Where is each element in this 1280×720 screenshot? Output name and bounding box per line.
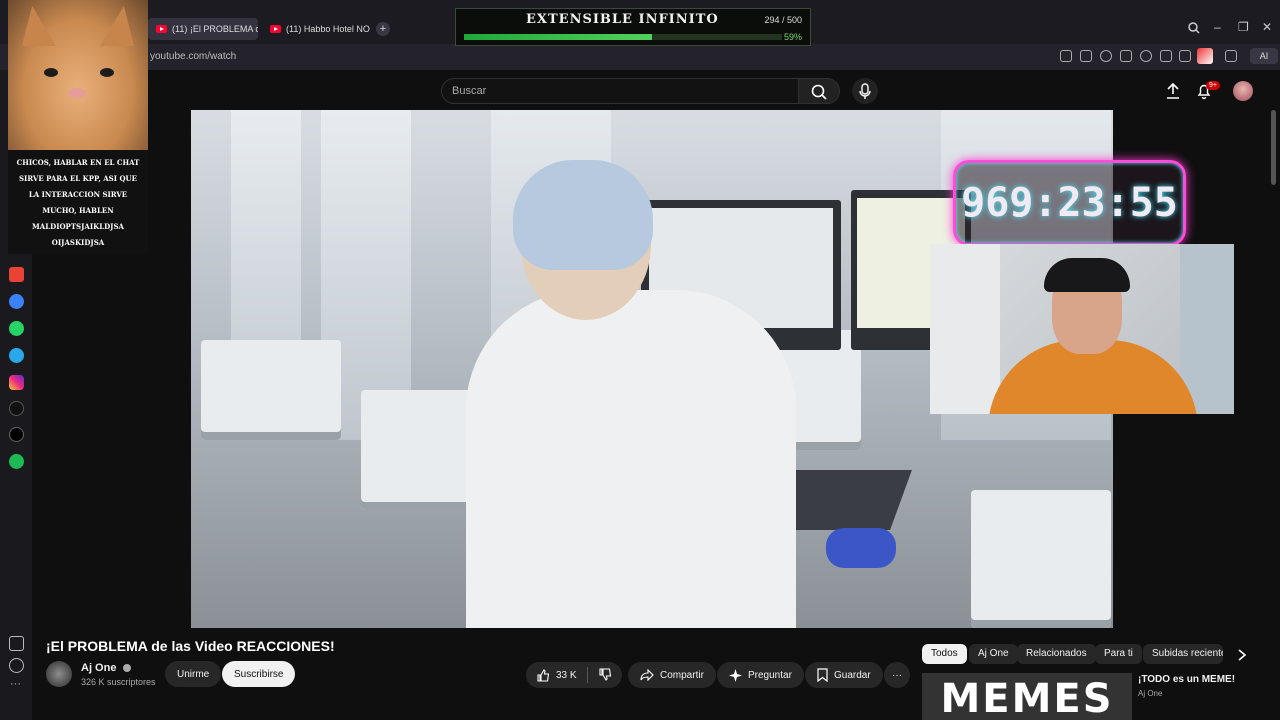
notifications-badge: 9+ bbox=[1206, 81, 1220, 90]
ask-label: Preguntar bbox=[748, 669, 792, 681]
cat-overlay: Chicos, hablar en el chat sirve para el … bbox=[8, 0, 148, 254]
sparkle-icon bbox=[729, 668, 742, 682]
telegram-icon[interactable] bbox=[9, 348, 24, 363]
favorites-heart-icon[interactable] bbox=[9, 636, 24, 651]
bookmark-icon bbox=[817, 668, 828, 682]
goal-progress-bar bbox=[464, 34, 782, 40]
channel-avatar[interactable] bbox=[46, 661, 72, 687]
hairnet bbox=[513, 160, 653, 270]
dislike-icon[interactable] bbox=[598, 668, 612, 682]
minimize-button[interactable]: – bbox=[1214, 20, 1221, 34]
url-text[interactable]: youtube.com/watch bbox=[150, 51, 236, 62]
instagram-icon[interactable] bbox=[9, 375, 24, 390]
whatsapp-icon[interactable] bbox=[9, 321, 24, 336]
like-count[interactable]: 33 K bbox=[556, 670, 577, 681]
recommendation-thumbnail[interactable]: MEMES bbox=[922, 673, 1132, 720]
search-button[interactable] bbox=[798, 78, 840, 104]
tab-el-problema[interactable]: (11) ¡El PROBLEMA de bbox=[148, 18, 258, 40]
chip-relacionados[interactable]: Relacionados bbox=[1017, 644, 1096, 664]
profile-avatar-icon[interactable] bbox=[1197, 48, 1213, 64]
chip-todos[interactable]: Todos bbox=[922, 644, 967, 664]
upload-icon[interactable] bbox=[1165, 82, 1181, 100]
lab-machine bbox=[201, 340, 341, 440]
share-button[interactable]: Compartir bbox=[628, 662, 716, 688]
youtube-icon bbox=[270, 25, 281, 33]
subscribe-button[interactable]: Suscribirse bbox=[222, 661, 296, 687]
ask-button[interactable]: Preguntar bbox=[717, 662, 804, 688]
subscriber-count: 326 K suscriptores bbox=[81, 677, 156, 687]
camera-icon[interactable] bbox=[1080, 50, 1092, 62]
close-button[interactable]: ✕ bbox=[1262, 20, 1272, 34]
join-button[interactable]: Unirme bbox=[165, 661, 222, 687]
chevron-right-icon[interactable] bbox=[1237, 649, 1247, 661]
youtube-icon bbox=[156, 25, 167, 33]
search-icon bbox=[811, 84, 827, 100]
like-dislike-group: 33 K bbox=[526, 662, 622, 688]
history-clock-icon[interactable] bbox=[9, 658, 24, 673]
tab-label: (11) Habbo Hotel NO era bbox=[286, 24, 370, 34]
x-icon[interactable] bbox=[9, 427, 24, 442]
streamer-webcam bbox=[930, 244, 1234, 414]
shield-icon[interactable] bbox=[1100, 50, 1112, 62]
more-icon[interactable]: ··· bbox=[10, 678, 21, 690]
chip-subidas-recientes[interactable]: Subidas recientes bbox=[1143, 644, 1223, 664]
heart-icon[interactable] bbox=[1140, 50, 1152, 62]
goal-progress-fill bbox=[464, 34, 652, 40]
recommendation-channel[interactable]: Aj One bbox=[1138, 689, 1162, 698]
play-icon[interactable] bbox=[1120, 50, 1132, 62]
gmail-icon[interactable] bbox=[9, 267, 24, 282]
share-label: Compartir bbox=[660, 669, 704, 681]
countdown-timer: 969:23:55 bbox=[953, 160, 1186, 246]
spotify-icon[interactable] bbox=[9, 454, 24, 469]
more-icon: ··· bbox=[892, 669, 902, 681]
lab-worker bbox=[466, 290, 796, 628]
lab-machine bbox=[971, 490, 1111, 628]
cat-image bbox=[8, 0, 148, 150]
channel-name-text[interactable]: Aj One bbox=[81, 662, 116, 674]
messenger-icon[interactable] bbox=[9, 294, 24, 309]
goal-title: EXTENSIBLE INFINITO bbox=[526, 12, 719, 27]
share-icon bbox=[640, 669, 654, 681]
ai-button[interactable]: AI bbox=[1250, 48, 1278, 64]
streamer-cap bbox=[1044, 258, 1130, 292]
goal-percent: 59% bbox=[783, 32, 802, 42]
voice-search-button[interactable] bbox=[852, 78, 878, 104]
channel-name[interactable]: Aj One bbox=[81, 662, 131, 674]
more-actions-button[interactable]: ··· bbox=[884, 662, 910, 688]
join-label: Unirme bbox=[177, 668, 210, 680]
user-avatar[interactable] bbox=[1233, 81, 1253, 101]
goal-progress-widget: EXTENSIBLE INFINITO 294 / 500 59% bbox=[455, 8, 811, 46]
restore-button[interactable]: ❐ bbox=[1238, 20, 1249, 34]
video-title: ¡El PROBLEMA de las Video REACCIONES! bbox=[46, 638, 335, 654]
edit-icon[interactable] bbox=[1060, 50, 1072, 62]
extensions-icon[interactable] bbox=[1225, 50, 1237, 62]
page-scrollbar[interactable] bbox=[1271, 110, 1276, 185]
download-icon[interactable] bbox=[1160, 50, 1172, 62]
verified-icon bbox=[122, 664, 131, 673]
goal-count: 294 / 500 bbox=[764, 15, 802, 25]
like-icon[interactable] bbox=[536, 668, 550, 682]
chat-message: Chicos, hablar en el chat sirve para el … bbox=[16, 158, 140, 247]
search-icon[interactable] bbox=[1188, 22, 1200, 34]
tab-label: (11) ¡El PROBLEMA de bbox=[172, 24, 258, 34]
save-label: Guardar bbox=[834, 669, 871, 681]
chip-para-ti[interactable]: Para ti bbox=[1095, 644, 1142, 664]
microphone-icon bbox=[859, 83, 871, 99]
tiktok-icon[interactable] bbox=[9, 401, 24, 416]
save-button[interactable]: Guardar bbox=[805, 662, 883, 688]
search-input[interactable]: Buscar bbox=[441, 78, 799, 104]
menu-icon[interactable] bbox=[1179, 50, 1191, 62]
subscribe-label: Suscribirse bbox=[234, 668, 284, 680]
chip-aj-one[interactable]: Aj One bbox=[969, 644, 1018, 664]
tab-habbo-hotel[interactable]: (11) Habbo Hotel NO era bbox=[262, 18, 370, 40]
glove bbox=[826, 528, 896, 568]
recommendation-title[interactable]: ¡TODO es un MEME! bbox=[1138, 674, 1235, 685]
new-tab-button[interactable]: + bbox=[376, 22, 390, 36]
